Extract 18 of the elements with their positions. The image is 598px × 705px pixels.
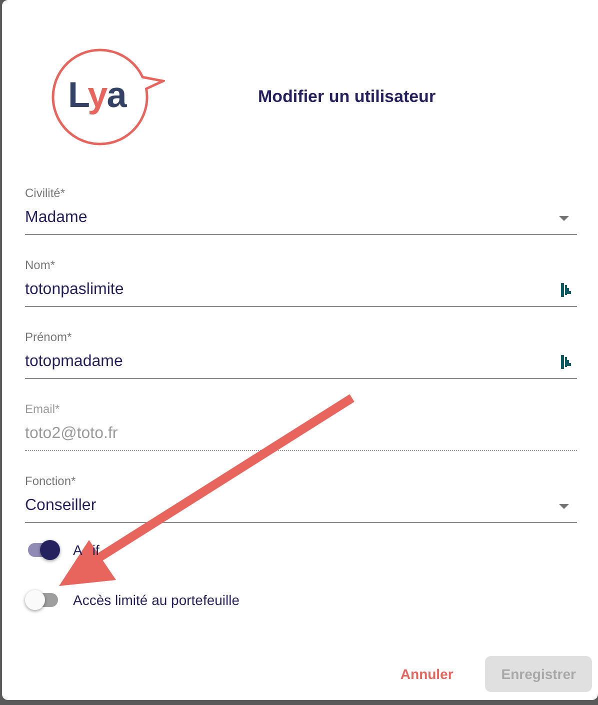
- input-field[interactable]: totonpaslimite: [25, 274, 577, 307]
- input-field[interactable]: totopmadame: [25, 346, 577, 379]
- field-label: Civilité*: [25, 186, 66, 201]
- field-label: Fonction*: [25, 474, 76, 489]
- speech-bubble-icon: [50, 47, 165, 147]
- toggle-switch[interactable]: [28, 593, 58, 607]
- toggle-label: Accès limité au portefeuille: [73, 592, 240, 608]
- toggle-label: A: [73, 542, 82, 558]
- select-field[interactable]: Madame: [25, 202, 577, 235]
- field-label: Email*: [25, 402, 60, 417]
- dialog-title: Modifier un utilisateur: [258, 87, 436, 107]
- select-field[interactable]: Conseiller: [25, 490, 577, 523]
- field-label: Prénom*: [25, 330, 72, 345]
- logo-text: Lya: [68, 74, 126, 116]
- toggle-switch[interactable]: [28, 543, 58, 557]
- field-label: Nom*: [25, 258, 56, 273]
- dropdown-caret-icon: [559, 504, 569, 508]
- dropdown-caret-icon: [559, 216, 569, 220]
